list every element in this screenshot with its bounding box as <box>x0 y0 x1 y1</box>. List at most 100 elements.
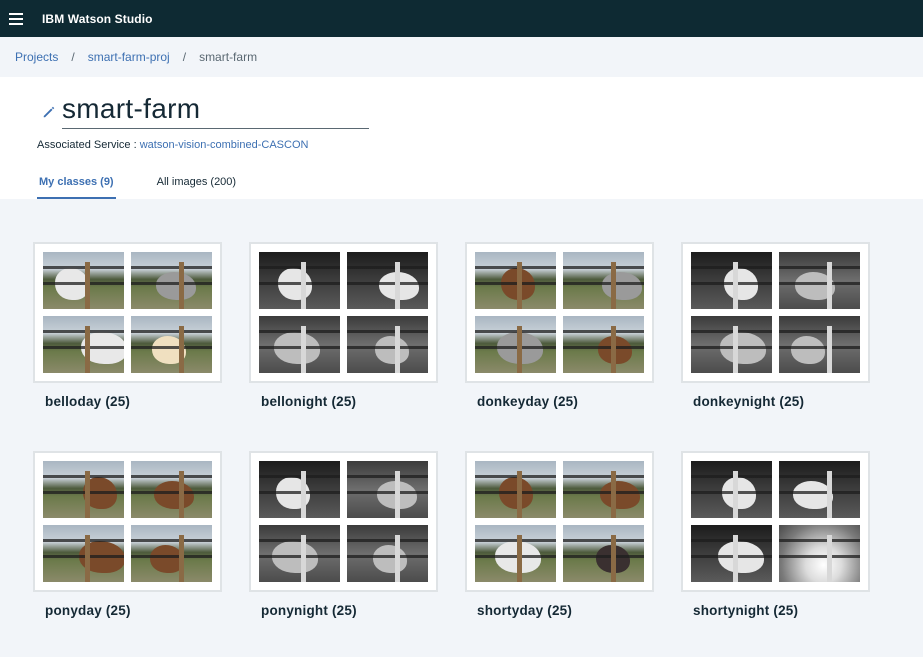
class-card[interactable]: shortyday (25) <box>465 451 654 618</box>
class-card[interactable]: donkeyday (25) <box>465 242 654 409</box>
class-thumbnail-grid[interactable] <box>249 451 438 592</box>
fence-rail <box>43 539 124 542</box>
fence-post <box>301 262 306 309</box>
class-card-label[interactable]: ponyday (25) <box>45 603 222 618</box>
class-thumbnail-image <box>259 525 340 582</box>
title-input[interactable]: smart-farm <box>62 92 369 129</box>
fence-rail <box>347 555 428 558</box>
class-card[interactable]: belloday (25) <box>33 242 222 409</box>
fence-rail <box>347 346 428 349</box>
associated-service-link[interactable]: watson-vision-combined-CASCON <box>140 139 309 151</box>
fence-rail <box>691 266 772 269</box>
fence-rail <box>259 491 340 494</box>
class-card[interactable]: ponyday (25) <box>33 451 222 618</box>
class-card-label[interactable]: bellonight (25) <box>261 394 438 409</box>
tab-all-images[interactable]: All images (200) <box>155 174 238 199</box>
class-thumbnail-image <box>43 252 124 309</box>
fence-post <box>301 471 306 518</box>
fence-post <box>827 535 832 582</box>
fence-post <box>611 326 616 373</box>
fence-rail <box>563 346 644 349</box>
class-thumbnail-image <box>691 252 772 309</box>
class-thumbnail-grid[interactable] <box>465 242 654 383</box>
fence-post <box>827 471 832 518</box>
fence-rail <box>259 282 340 285</box>
class-thumbnail-image <box>475 252 556 309</box>
class-thumbnail-image <box>131 461 212 518</box>
fence-rail <box>475 475 556 478</box>
fence-rail <box>131 555 212 558</box>
class-thumbnail-grid[interactable] <box>465 451 654 592</box>
class-card-label[interactable]: donkeynight (25) <box>693 394 870 409</box>
class-thumbnail-image <box>131 525 212 582</box>
fence-rail <box>691 555 772 558</box>
fence-rail <box>475 346 556 349</box>
fence-rail <box>347 330 428 333</box>
fence-rail <box>131 282 212 285</box>
pencil-icon[interactable] <box>42 105 56 119</box>
fence-rail <box>131 346 212 349</box>
title-row: smart-farm <box>42 92 369 129</box>
class-thumbnail-grid[interactable] <box>249 242 438 383</box>
fence-rail <box>259 475 340 478</box>
breadcrumb-project[interactable]: smart-farm-proj <box>88 50 170 64</box>
fence-post <box>395 471 400 518</box>
class-card[interactable]: bellonight (25) <box>249 242 438 409</box>
class-thumbnail-image <box>563 525 644 582</box>
class-thumbnail-grid[interactable] <box>33 451 222 592</box>
class-thumbnail-image <box>691 525 772 582</box>
class-thumbnail-image <box>43 316 124 373</box>
fence-post <box>827 262 832 309</box>
fence-rail <box>347 539 428 542</box>
class-thumbnail-image <box>779 525 860 582</box>
class-card-label[interactable]: shortynight (25) <box>693 603 870 618</box>
class-card[interactable]: shortynight (25) <box>681 451 870 618</box>
fence-rail <box>779 555 860 558</box>
class-card-label[interactable]: donkeyday (25) <box>477 394 654 409</box>
fence-rail <box>43 330 124 333</box>
fence-post <box>517 262 522 309</box>
tab-my-classes[interactable]: My classes (9) <box>37 174 116 199</box>
fence-rail <box>43 491 124 494</box>
fence-rail <box>131 475 212 478</box>
class-thumbnail-grid[interactable] <box>33 242 222 383</box>
class-thumbnail-image <box>43 525 124 582</box>
app-title[interactable]: IBM Watson Studio <box>42 12 153 26</box>
class-thumbnail-image <box>347 525 428 582</box>
fence-post <box>179 262 184 309</box>
class-thumbnail-grid[interactable] <box>681 451 870 592</box>
class-thumbnail-image <box>131 252 212 309</box>
fence-rail <box>691 491 772 494</box>
class-thumbnail-image <box>779 316 860 373</box>
associated-service-label: Associated Service : <box>37 139 137 151</box>
fence-rail <box>475 266 556 269</box>
class-thumbnail-grid[interactable] <box>681 242 870 383</box>
breadcrumb-separator: / <box>71 50 75 64</box>
class-card[interactable]: donkeynight (25) <box>681 242 870 409</box>
fence-rail <box>691 539 772 542</box>
class-thumbnail-image <box>691 316 772 373</box>
class-thumbnail-image <box>347 461 428 518</box>
fence-rail <box>691 330 772 333</box>
breadcrumb-current: smart-farm <box>199 50 258 64</box>
breadcrumb-projects[interactable]: Projects <box>15 50 58 64</box>
fence-rail <box>259 555 340 558</box>
class-card-label[interactable]: shortyday (25) <box>477 603 654 618</box>
fence-rail <box>563 330 644 333</box>
horse-shape <box>600 481 640 509</box>
class-thumbnail-image <box>43 461 124 518</box>
fence-rail <box>779 539 860 542</box>
fence-post <box>733 535 738 582</box>
class-card-label[interactable]: ponynight (25) <box>261 603 438 618</box>
breadcrumb: Projects / smart-farm-proj / smart-farm <box>0 37 923 77</box>
fence-rail <box>131 330 212 333</box>
fence-rail <box>475 330 556 333</box>
hamburger-menu-icon[interactable] <box>9 12 23 25</box>
horse-shape <box>791 336 825 364</box>
fence-rail <box>779 491 860 494</box>
model-header: smart-farm Associated Service : watson-v… <box>0 77 923 199</box>
class-thumbnail-image <box>259 461 340 518</box>
class-card-label[interactable]: belloday (25) <box>45 394 222 409</box>
fence-rail <box>43 282 124 285</box>
class-card[interactable]: ponynight (25) <box>249 451 438 618</box>
